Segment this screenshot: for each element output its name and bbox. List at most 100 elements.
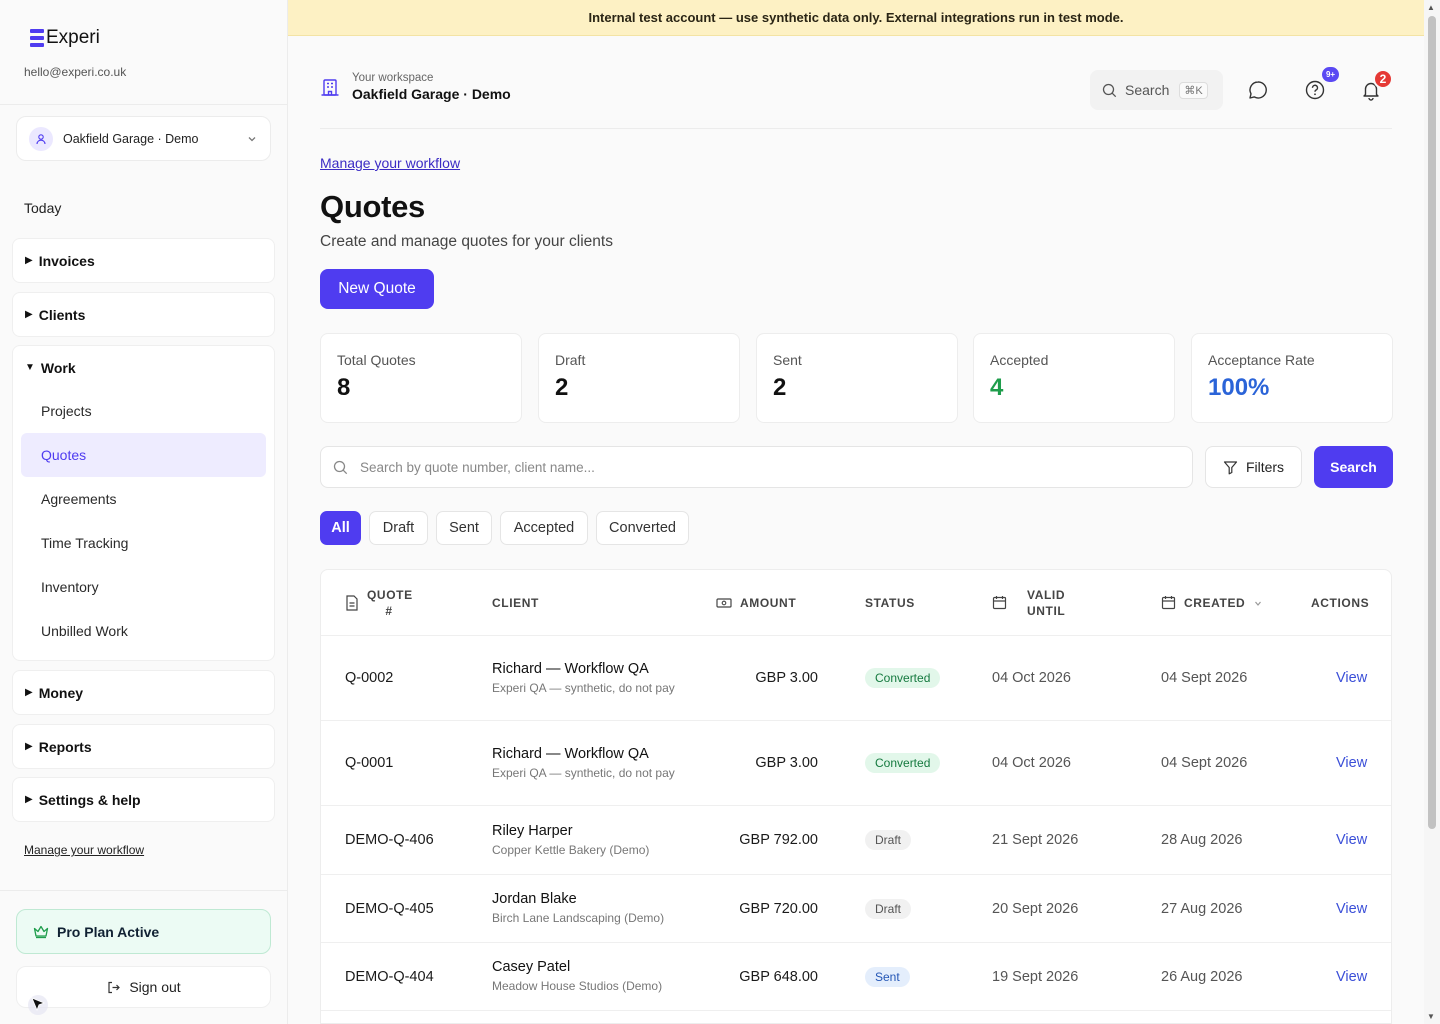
stat-card-sent: Sent 2 — [756, 333, 958, 423]
help-button[interactable] — [1303, 78, 1327, 102]
new-quote-button[interactable]: New Quote — [320, 269, 434, 309]
view-link-label: View — [1336, 755, 1368, 771]
column-header-label: AMOUNT — [740, 595, 797, 610]
view-link[interactable]: View — [1336, 636, 1367, 720]
sidebar-group-settings-help[interactable]: ▶ Settings & help — [12, 777, 275, 822]
column-header-amount[interactable]: AMOUNT — [716, 570, 796, 635]
scrollbar-thumb[interactable] — [1428, 16, 1436, 829]
stat-value: 2 — [555, 374, 569, 401]
client-name: Riley Harper — [492, 822, 573, 839]
tab-converted[interactable]: Converted — [596, 511, 689, 545]
tab-accepted[interactable]: Accepted — [500, 511, 588, 545]
column-header-status[interactable]: STATUS — [865, 570, 915, 635]
sidebar-item-inventory[interactable]: Inventory — [21, 565, 266, 609]
global-search-button[interactable]: Search ⌘K — [1090, 70, 1223, 110]
table-row[interactable]: DEMO-Q-405 Jordan Blake Birch Lane Lands… — [321, 874, 1391, 942]
stat-card-accepted: Accepted 4 — [973, 333, 1175, 423]
stat-value: 100% — [1208, 374, 1270, 401]
sidebar-item-today[interactable]: Today — [24, 200, 61, 216]
sign-out-button[interactable]: Sign out — [16, 966, 271, 1008]
column-header-client[interactable]: CLIENT — [492, 570, 539, 635]
stat-label: Draft — [555, 352, 586, 368]
client-subtitle: Birch Lane Landscaping (Demo) — [492, 911, 665, 925]
sort-descending-icon — [1255, 601, 1262, 606]
client-subtitle: Experi QA — synthetic, do not pay — [492, 765, 675, 780]
crown-icon — [33, 925, 49, 938]
sidebar-group-work-toggle[interactable]: ▼ Work — [13, 346, 274, 389]
sidebar-group-clients[interactable]: ▶ Clients — [12, 292, 275, 337]
sidebar-group-money[interactable]: ▶ Money — [12, 670, 275, 715]
table-row[interactable]: Q-0001 Richard — Workflow QA Experi QA —… — [321, 720, 1391, 805]
valid-until: 04 Oct 2026 — [992, 755, 1071, 771]
quote-number: DEMO-Q-405 — [345, 900, 434, 917]
table-row[interactable]: DEMO-Q-406 Riley Harper Copper Kettle Ba… — [321, 805, 1391, 874]
search-button[interactable]: Search — [1314, 446, 1393, 488]
sidebar-group-label: Work — [40, 359, 76, 376]
tab-all[interactable]: All — [320, 511, 361, 545]
stat-label: Sent — [773, 352, 802, 368]
column-header-created[interactable]: CREATED — [1161, 570, 1263, 635]
caret-right-icon: ▶ — [25, 309, 33, 320]
valid-until: 19 Sept 2026 — [992, 968, 1079, 985]
client-name: Richard — Workflow QA — [492, 745, 649, 762]
sidebar-group-label: Settings & help — [38, 791, 141, 808]
sidebar-group-label: Money — [38, 684, 84, 701]
chevron-down-icon — [248, 136, 256, 141]
view-link[interactable]: View — [1336, 806, 1367, 874]
search-icon — [333, 460, 348, 474]
status-badge: Sent — [865, 966, 910, 987]
quote-number: Q-0002 — [345, 670, 394, 686]
status-badge: Draft — [865, 830, 912, 850]
sidebar-group-work: ▼ Work Projects Quotes Agreements Time Tr… — [12, 345, 275, 661]
tab-draft[interactable]: Draft — [369, 511, 428, 545]
stat-value: 8 — [337, 374, 351, 401]
view-link[interactable]: View — [1336, 943, 1367, 1010]
sidebar-manage-workflow-link[interactable]: Manage your workflow — [24, 843, 144, 857]
scroll-up-arrow-icon[interactable]: ▲ — [1427, 3, 1435, 12]
sidebar-item-projects[interactable]: Projects — [21, 389, 266, 433]
view-link-label: View — [1336, 832, 1368, 848]
filters-label: Filters — [1245, 459, 1285, 475]
building-icon — [321, 79, 339, 96]
manage-workflow-link[interactable]: Manage your workflow — [320, 155, 460, 171]
sidebar-group-label: Invoices — [38, 252, 95, 269]
pro-plan-badge[interactable]: Pro Plan Active — [16, 909, 271, 954]
quote-number: DEMO-Q-404 — [345, 968, 434, 985]
column-header-valid-until[interactable]: VALID UNTIL — [992, 570, 1079, 635]
sidebar-group-invoices[interactable]: ▶ Invoices — [12, 238, 275, 283]
sign-out-label: Sign out — [129, 979, 181, 995]
scroll-down-arrow-icon[interactable]: ▼ — [1427, 1012, 1435, 1021]
sidebar-item-unbilled-work[interactable]: Unbilled Work — [21, 609, 266, 653]
app-logo[interactable]: Experi — [30, 27, 100, 49]
sidebar-item-quotes[interactable]: Quotes — [21, 433, 266, 477]
status-cell: Converted — [865, 721, 941, 805]
workspace-selector[interactable]: Oakfield Garage · Demo — [16, 116, 271, 161]
table-row[interactable]: DEMO-Q-404 Casey Patel Meadow House Stud… — [321, 942, 1391, 1010]
client-subtitle: Experi QA — synthetic, do not pay — [492, 680, 675, 695]
column-header-quote[interactable]: QUOTE # — [345, 570, 412, 635]
sidebar-group-reports[interactable]: ▶ Reports — [12, 724, 275, 769]
created-date: 26 Aug 2026 — [1161, 968, 1243, 985]
sidebar-item-agreements[interactable]: Agreements — [21, 477, 266, 521]
view-link[interactable]: View — [1336, 721, 1367, 805]
view-link-label: View — [1336, 900, 1368, 917]
app-name: Experi — [46, 27, 100, 48]
help-circle-icon — [1305, 80, 1325, 100]
client-name: Richard — Workflow QA — [492, 660, 649, 677]
view-link-label: View — [1336, 670, 1368, 686]
caret-right-icon: ▶ — [25, 741, 33, 752]
workspace-label: Your workspace — [352, 72, 434, 84]
sidebar-divider — [0, 890, 287, 891]
table-row-partial — [321, 1010, 1391, 1023]
stat-label: Acceptance Rate — [1208, 352, 1315, 368]
stat-label: Accepted — [990, 352, 1049, 368]
quote-search-input[interactable]: Search by quote number, client name... — [320, 446, 1193, 488]
messages-button[interactable] — [1246, 78, 1270, 102]
sidebar-item-time-tracking[interactable]: Time Tracking — [21, 521, 266, 565]
filters-button[interactable]: Filters — [1205, 446, 1302, 488]
view-link[interactable]: View — [1336, 875, 1367, 942]
tab-sent[interactable]: Sent — [436, 511, 492, 545]
search-icon — [1102, 83, 1117, 97]
stat-card-draft: Draft 2 — [538, 333, 740, 423]
table-row[interactable]: Q-0002 Richard — Workflow QA Experi QA —… — [321, 635, 1391, 720]
